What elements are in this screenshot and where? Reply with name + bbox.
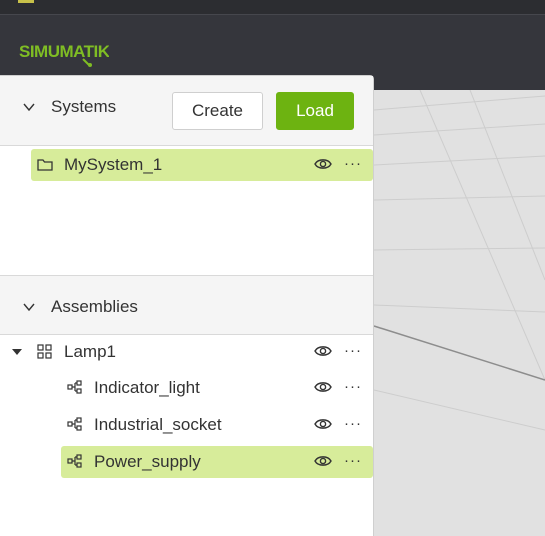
systems-header: Systems Create Load — [0, 76, 373, 146]
component-item-power-supply[interactable]: Power_supply ··· — [61, 446, 373, 478]
chevron-down-icon[interactable] — [22, 300, 36, 314]
eye-icon[interactable] — [314, 417, 332, 431]
eye-icon[interactable] — [314, 344, 332, 358]
window-titlebar — [0, 0, 545, 14]
grid-icon — [37, 344, 52, 359]
eye-icon[interactable] — [314, 157, 332, 171]
component-icon — [67, 454, 82, 468]
system-item-mysystem-1[interactable]: MySystem_1 ··· — [31, 149, 373, 181]
simumatik-logo[interactable]: SIMUMATIK — [19, 37, 109, 67]
folder-icon — [37, 159, 53, 171]
component-item-label: Power_supply — [94, 452, 201, 471]
assemblies-header: Assemblies — [0, 275, 373, 335]
more-options-icon[interactable]: ··· — [344, 415, 362, 432]
more-options-icon[interactable]: ··· — [344, 452, 362, 469]
assembly-item-lamp1[interactable]: Lamp1 ··· — [0, 336, 373, 368]
systems-title: Systems — [51, 97, 117, 116]
caret-down-icon[interactable] — [12, 349, 22, 356]
assembly-item-label: Lamp1 — [64, 342, 116, 361]
component-item-label: Indicator_light — [94, 378, 200, 397]
more-options-icon[interactable]: ··· — [344, 155, 362, 172]
eye-icon[interactable] — [314, 454, 332, 468]
component-item-label: Industrial_socket — [94, 415, 222, 434]
load-button[interactable]: Load — [276, 92, 354, 130]
component-item-indicator-light[interactable]: Indicator_light ··· — [61, 372, 373, 404]
component-item-industrial-socket[interactable]: Industrial_socket ··· — [61, 409, 373, 441]
chevron-down-icon[interactable] — [22, 100, 36, 114]
component-icon — [67, 380, 82, 394]
hierarchy-panel: Systems Create Load MySystem_1 ··· Assem… — [0, 75, 374, 536]
system-item-label: MySystem_1 — [64, 155, 163, 174]
titlebar-icon — [18, 0, 34, 3]
assemblies-title: Assemblies — [51, 297, 138, 316]
more-options-icon[interactable]: ··· — [344, 378, 362, 395]
eye-icon[interactable] — [314, 380, 332, 394]
brand-text: SIMUMATIK — [19, 42, 109, 61]
create-button[interactable]: Create — [172, 92, 263, 130]
more-options-icon[interactable]: ··· — [344, 342, 362, 359]
component-icon — [67, 417, 82, 431]
